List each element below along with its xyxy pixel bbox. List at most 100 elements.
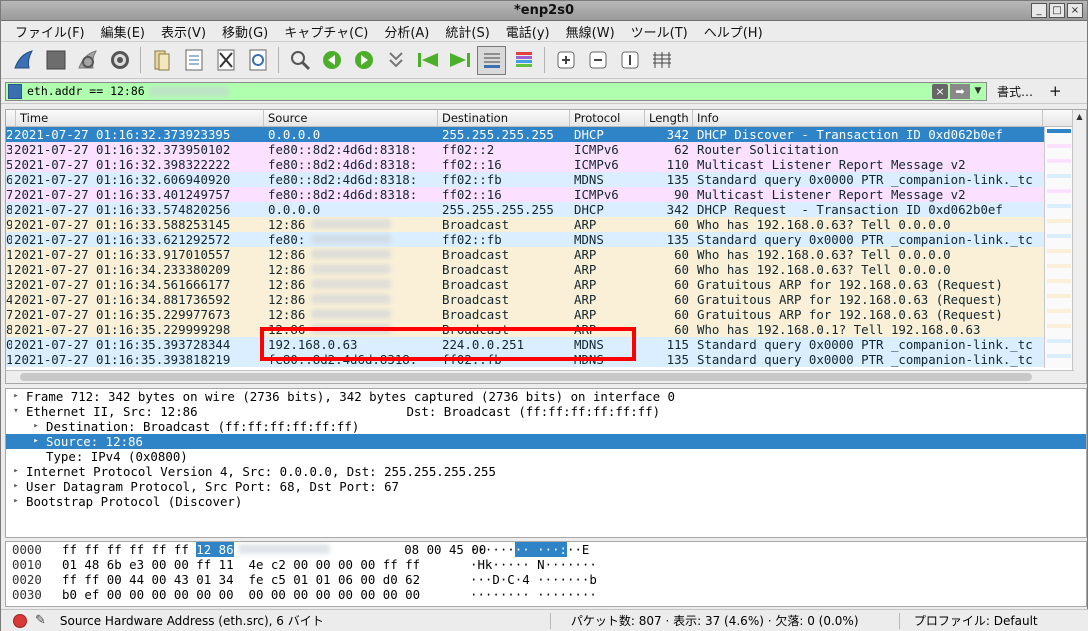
close-file-icon[interactable]	[211, 46, 240, 75]
menu-help[interactable]: ヘルプ(H)	[696, 22, 771, 41]
chevron-down-icon[interactable]: ▼	[972, 84, 984, 99]
column-header-destination[interactable]: Destination	[438, 110, 570, 126]
table-row[interactable]: 12021-07-27 01:16:33.91701055712:86Broad…	[6, 247, 1086, 262]
column-header-source[interactable]: Source	[264, 110, 438, 126]
table-row[interactable]: 82021-07-27 01:16:33.5748202560.0.0.0255…	[6, 202, 1086, 217]
chevron-right-icon[interactable]: ▸	[26, 419, 46, 434]
column-header-no[interactable]	[6, 110, 16, 126]
filter-expression-button[interactable]: 書式…	[991, 83, 1039, 100]
detail-tree-item[interactable]: ▸ Bootstrap Protocol (Discover)	[6, 494, 1086, 509]
scroll-up-icon[interactable]: ▲	[1073, 110, 1086, 124]
table-row[interactable]: 32021-07-27 01:16:34.56166617712:86Broad…	[6, 277, 1086, 292]
detail-tree-item[interactable]: ▸ Destination: Broadcast (ff:ff:ff:ff:ff:…	[6, 419, 1086, 434]
menu-capture[interactable]: キャプチャ(C)	[276, 22, 376, 41]
table-row[interactable]: 32021-07-27 01:16:32.373950102fe80::8d2:…	[6, 142, 1086, 157]
table-row[interactable]: 42021-07-27 01:16:34.88173659212:86Broad…	[6, 292, 1086, 307]
resize-columns-icon[interactable]	[647, 46, 676, 75]
display-filter-input[interactable]: eth.addr == 12:86 × ➡ ▼	[5, 81, 987, 101]
chevron-right-icon[interactable]: ▸	[6, 389, 26, 404]
add-filter-button[interactable]: +	[1043, 82, 1068, 100]
chevron-down-icon[interactable]: ▾	[6, 404, 26, 419]
table-row[interactable]: 72021-07-27 01:16:33.401249757fe80::8d2:…	[6, 187, 1086, 202]
chevron-right-icon[interactable]: ▸	[26, 434, 46, 449]
last-packet-icon[interactable]	[445, 46, 474, 75]
detail-tree-item[interactable]: ▸ User Datagram Protocol, Src Port: 68, D…	[6, 479, 1086, 494]
detail-tree-item[interactable]: ▸ Frame 712: 342 bytes on wire (2736 bits…	[6, 389, 1086, 404]
redacted-bytes	[237, 544, 330, 554]
packet-list-vscrollbar[interactable]: ▲	[1072, 110, 1086, 383]
column-header-length[interactable]: Length	[645, 110, 693, 126]
autoscroll-icon[interactable]	[477, 45, 506, 75]
apply-filter-icon[interactable]: ➡	[950, 83, 970, 99]
menu-telephony[interactable]: 電話(y)	[498, 22, 558, 41]
column-header-protocol[interactable]: Protocol	[570, 110, 645, 126]
filter-bookmark-icon[interactable]	[8, 83, 22, 99]
menu-view[interactable]: 表示(V)	[153, 22, 214, 41]
packet-time: 2021-07-27 01:16:33.574820256	[14, 202, 231, 217]
detail-tree-item[interactable]: Type: IPv4 (0x0800)	[6, 449, 1086, 464]
detail-tree-item[interactable]: ▸ Source: 12:86	[6, 434, 1086, 449]
byte-ascii[interactable]: ···D·C·4 ·······b	[470, 572, 610, 587]
bytes-row[interactable]: 0000 ff ff ff ff ff ff 12 86 08 00 45 00 ·…	[6, 542, 1086, 557]
stop-icon[interactable]	[41, 46, 70, 75]
options-gear-icon[interactable]	[105, 46, 134, 75]
find-icon[interactable]	[285, 46, 314, 75]
menu-wireless[interactable]: 無線(W)	[558, 22, 623, 41]
detail-tree-item[interactable]: ▾ Ethernet II, Src: 12:86 Dst: Broadcast …	[6, 404, 1086, 419]
go-forward-icon[interactable]	[349, 46, 378, 75]
chevron-right-icon[interactable]	[26, 449, 46, 464]
chevron-right-icon[interactable]: ▸	[6, 479, 26, 494]
column-header-time[interactable]: Time	[16, 110, 264, 126]
first-packet-icon[interactable]	[413, 46, 442, 75]
save-file-icon[interactable]	[179, 46, 208, 75]
bytes-row[interactable]: 0020 ff ff 00 44 00 43 01 34 fe c5 01 01 …	[6, 572, 1086, 587]
close-button[interactable]: ×	[1067, 3, 1083, 18]
byte-hex[interactable]: ff ff ff ff ff ff 12 86 08 00 45 00	[62, 542, 486, 557]
menu-edit[interactable]: 編集(E)	[93, 22, 153, 41]
byte-ascii[interactable]: ········ ········	[470, 587, 610, 602]
byte-ascii[interactable]: ········ ···:··E	[470, 542, 610, 557]
menu-go[interactable]: 移動(G)	[214, 22, 276, 41]
byte-hex[interactable]: 01 48 6b e3 00 00 ff 11 4e c2 00 00 00 0…	[62, 557, 470, 572]
packet-list-hscrollbar[interactable]	[6, 370, 1074, 383]
table-row[interactable]: 92021-07-27 01:16:33.58825314512:86Broad…	[6, 217, 1086, 232]
byte-hex[interactable]: b0 ef 00 00 00 00 00 00 00 00 00 00 00 0…	[62, 587, 470, 602]
zoom-in-icon[interactable]	[551, 46, 580, 75]
menu-file[interactable]: ファイル(F)	[7, 22, 93, 41]
table-row[interactable]: 22021-07-27 01:16:32.3739233950.0.0.0255…	[6, 127, 1086, 142]
menu-tools[interactable]: ツール(T)	[623, 22, 696, 41]
go-back-icon[interactable]	[317, 46, 346, 75]
chevron-right-icon[interactable]: ▸	[6, 494, 26, 509]
clear-filter-icon[interactable]: ×	[932, 83, 948, 99]
open-file-icon[interactable]	[147, 46, 176, 75]
table-row[interactable]: 62021-07-27 01:16:32.606940920fe80::8d2:…	[6, 172, 1086, 187]
go-to-packet-icon[interactable]	[381, 46, 410, 75]
bytes-row[interactable]: 0010 01 48 6b e3 00 00 ff 11 4e c2 00 00 …	[6, 557, 1086, 572]
reload-icon[interactable]	[243, 46, 272, 75]
zoom-out-icon[interactable]	[583, 46, 612, 75]
byte-ascii[interactable]: ·Hk····· N·······	[470, 557, 610, 572]
byte-hex[interactable]: ff ff 00 44 00 43 01 34 fe c5 01 01 06 0…	[62, 572, 470, 587]
table-row[interactable]: 52021-07-27 01:16:32.398322222fe80::8d2:…	[6, 157, 1086, 172]
chevron-right-icon[interactable]: ▸	[6, 464, 26, 479]
minimap-stripe	[1047, 264, 1071, 268]
restart-icon[interactable]	[73, 46, 102, 75]
menu-analyze[interactable]: 分析(A)	[376, 22, 437, 41]
column-header-info[interactable]: Info	[693, 110, 1043, 126]
bytes-row[interactable]: 0030 b0 ef 00 00 00 00 00 00 00 00 00 00 …	[6, 587, 1086, 602]
table-row[interactable]: 72021-07-27 01:16:35.22997767312:86Broad…	[6, 307, 1086, 322]
table-row[interactable]: 12021-07-27 01:16:34.23338020912:86Broad…	[6, 262, 1086, 277]
minimize-button[interactable]: _	[1031, 3, 1047, 18]
detail-tree-item[interactable]: ▸ Internet Protocol Version 4, Src: 0.0.0…	[6, 464, 1086, 479]
edit-comment-icon[interactable]: ✎	[35, 613, 46, 628]
menu-statistics[interactable]: 統計(S)	[437, 22, 497, 41]
colorize-icon[interactable]	[509, 46, 538, 75]
normal-size-icon[interactable]	[615, 46, 644, 75]
table-row[interactable]: 02021-07-27 01:16:33.621292572fe80:ff02:…	[6, 232, 1086, 247]
shark-fin-icon[interactable]	[9, 46, 38, 75]
maximize-button[interactable]: □	[1049, 3, 1065, 18]
filter-text[interactable]: eth.addr == 12:86	[27, 84, 145, 98]
status-profile[interactable]: プロファイル: Default	[914, 612, 1038, 629]
capture-status-icon[interactable]	[13, 613, 27, 628]
packet-minimap[interactable]	[1044, 127, 1072, 368]
